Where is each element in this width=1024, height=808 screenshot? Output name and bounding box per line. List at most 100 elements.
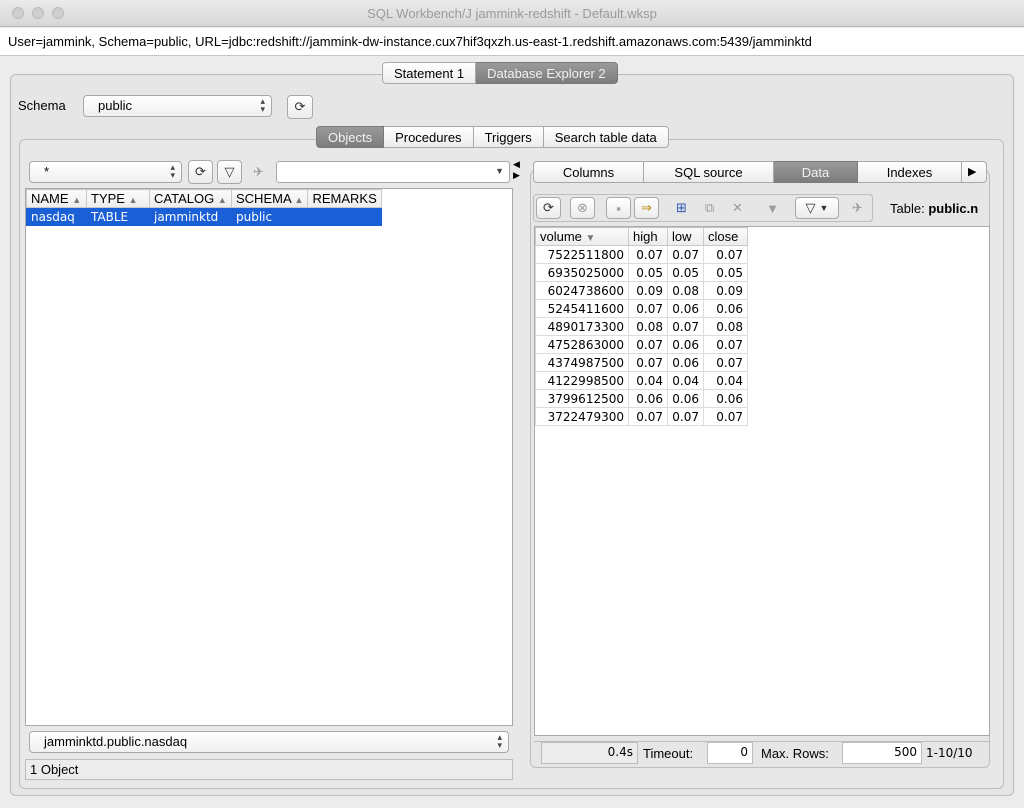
cell-high[interactable]: 0.07 — [628, 299, 668, 318]
cell-volume[interactable]: 4752863000 — [535, 335, 629, 354]
filter-objects-button[interactable]: ▽ — [217, 160, 242, 184]
cell-low[interactable]: 0.06 — [667, 353, 704, 372]
cell-volume[interactable]: 4374987500 — [535, 353, 629, 372]
cell-volume[interactable]: 3722479300 — [535, 407, 629, 426]
cell-volume[interactable]: 6024738600 — [535, 281, 629, 300]
max-rows-input[interactable]: 500 — [842, 742, 922, 764]
cell-low[interactable]: 0.07 — [667, 317, 704, 336]
reload-data-button[interactable]: ⟳ — [536, 197, 561, 219]
cell-close[interactable]: 0.07 — [703, 245, 748, 264]
table-row[interactable]: 7522511800 0.07 0.07 0.07 — [535, 245, 748, 264]
column-header-low[interactable]: low — [667, 227, 704, 246]
object-pattern-select[interactable]: * ▴ ▾ — [29, 161, 182, 183]
tab-indexes[interactable]: Indexes — [858, 161, 962, 183]
tab-objects[interactable]: Objects — [316, 126, 385, 148]
selected-object-select[interactable]: jamminktd.public.nasdaq ▴ ▾ — [29, 731, 509, 753]
reset-filter-button[interactable]: ✈ — [246, 160, 271, 184]
cell-high[interactable]: 0.08 — [628, 317, 668, 336]
cell-remarks[interactable] — [307, 207, 382, 226]
table-row[interactable]: nasdaq TABLE jamminktd public — [26, 207, 382, 226]
cell-low[interactable]: 0.06 — [667, 299, 704, 318]
table-row[interactable]: 4752863000 0.07 0.06 0.07 — [535, 335, 748, 354]
cell-catalog[interactable]: jamminktd — [149, 207, 232, 226]
cell-close[interactable]: 0.07 — [703, 353, 748, 372]
column-header-schema[interactable]: SCHEMA ▲ — [230, 189, 309, 208]
tab-database-explorer-2[interactable]: Database Explorer 2 — [476, 62, 618, 84]
cell-volume[interactable]: 3799612500 — [535, 389, 629, 408]
table-row[interactable]: 4374987500 0.07 0.06 0.07 — [535, 353, 748, 372]
cell-low[interactable]: 0.08 — [667, 281, 704, 300]
dropdown-arrow-icon: ▼ — [819, 203, 829, 213]
cell-low[interactable]: 0.06 — [667, 335, 704, 354]
cell-high[interactable]: 0.07 — [628, 353, 668, 372]
table-row[interactable]: 6935025000 0.05 0.05 0.05 — [535, 263, 748, 282]
cell-high[interactable]: 0.04 — [628, 371, 668, 390]
cell-close[interactable]: 0.07 — [703, 407, 748, 426]
refresh-schema-button[interactable]: ⟳ — [287, 95, 313, 119]
cell-volume[interactable]: 5245411600 — [535, 299, 629, 318]
column-header-remarks[interactable]: REMARKS — [307, 189, 382, 208]
column-header-name[interactable]: NAME ▲ — [26, 189, 87, 208]
cell-name[interactable]: nasdaq — [26, 207, 87, 226]
tab-statement-1[interactable]: Statement 1 — [382, 62, 477, 84]
cell-high[interactable]: 0.09 — [628, 281, 668, 300]
collapse-right-icon: ▶ — [513, 170, 520, 180]
save-button[interactable]: ▪ — [606, 197, 631, 219]
cell-close[interactable]: 0.04 — [703, 371, 748, 390]
cell-close[interactable]: 0.06 — [703, 299, 748, 318]
delete-row-button[interactable]: ✕ — [725, 197, 750, 219]
cell-low[interactable]: 0.07 — [667, 407, 704, 426]
cancel-button[interactable]: ⊗ — [570, 197, 595, 219]
cell-low[interactable]: 0.06 — [667, 389, 704, 408]
schema-select[interactable]: public ▴ ▾ — [83, 95, 272, 117]
tab-procedures[interactable]: Procedures — [384, 126, 474, 148]
tab-triggers[interactable]: Triggers — [473, 126, 544, 148]
cell-high[interactable]: 0.05 — [628, 263, 668, 282]
cell-close[interactable]: 0.06 — [703, 389, 748, 408]
cell-schema[interactable]: public — [230, 207, 309, 226]
cell-high[interactable]: 0.07 — [628, 407, 668, 426]
cell-low[interactable]: 0.07 — [667, 245, 704, 264]
table-row[interactable]: 5245411600 0.07 0.06 0.06 — [535, 299, 748, 318]
cell-volume[interactable]: 7522511800 — [535, 245, 629, 264]
object-filter-input[interactable]: ▼ — [276, 161, 510, 183]
tab-search-table-data[interactable]: Search table data — [543, 126, 669, 148]
more-tabs-button[interactable]: ▶ — [962, 161, 987, 183]
cell-high[interactable]: 0.07 — [628, 335, 668, 354]
cell-high[interactable]: 0.07 — [628, 245, 668, 264]
column-header-high[interactable]: high — [628, 227, 668, 246]
table-row[interactable]: 4122998500 0.04 0.04 0.04 — [535, 371, 748, 390]
column-header-volume[interactable]: volume ▼ — [535, 227, 629, 246]
cell-close[interactable]: 0.07 — [703, 335, 748, 354]
cell-close[interactable]: 0.09 — [703, 281, 748, 300]
reset-data-filter-button[interactable]: ✈ — [845, 197, 870, 219]
copy-row-button[interactable]: ⧉ — [697, 197, 722, 219]
table-row[interactable]: 3799612500 0.06 0.06 0.06 — [535, 389, 748, 408]
column-header-type[interactable]: TYPE ▲ — [86, 189, 150, 208]
filter-by-value-button[interactable]: ▼ — [760, 197, 785, 219]
cell-close[interactable]: 0.08 — [703, 317, 748, 336]
table-row[interactable]: 3722479300 0.07 0.07 0.07 — [535, 407, 748, 426]
cell-high[interactable]: 0.06 — [628, 389, 668, 408]
refresh-objects-button[interactable]: ⟳ — [188, 160, 213, 184]
cell-low[interactable]: 0.05 — [667, 263, 704, 282]
table-row[interactable]: 6024738600 0.09 0.08 0.09 — [535, 281, 748, 300]
cell-volume[interactable]: 6935025000 — [535, 263, 629, 282]
tab-sql-source[interactable]: SQL source — [644, 161, 774, 183]
table-row[interactable]: 4890173300 0.08 0.07 0.08 — [535, 317, 748, 336]
tab-columns[interactable]: Columns — [533, 161, 644, 183]
tab-data[interactable]: Data — [774, 161, 858, 183]
splitter-arrows[interactable]: ◀ ▶ — [513, 159, 520, 181]
cell-volume[interactable]: 4890173300 — [535, 317, 629, 336]
filter-data-button[interactable]: ▽ ▼ — [795, 197, 839, 219]
cell-volume[interactable]: 4122998500 — [535, 371, 629, 390]
timeout-input[interactable]: 0 — [707, 742, 753, 764]
export-button[interactable]: ⇒ — [634, 197, 659, 219]
schema-label: Schema — [18, 98, 66, 113]
cell-close[interactable]: 0.05 — [703, 263, 748, 282]
insert-row-button[interactable]: ⊞ — [669, 197, 694, 219]
column-header-catalog[interactable]: CATALOG ▲ — [149, 189, 232, 208]
cell-low[interactable]: 0.04 — [667, 371, 704, 390]
cell-type[interactable]: TABLE — [86, 207, 150, 226]
column-header-close[interactable]: close — [703, 227, 748, 246]
